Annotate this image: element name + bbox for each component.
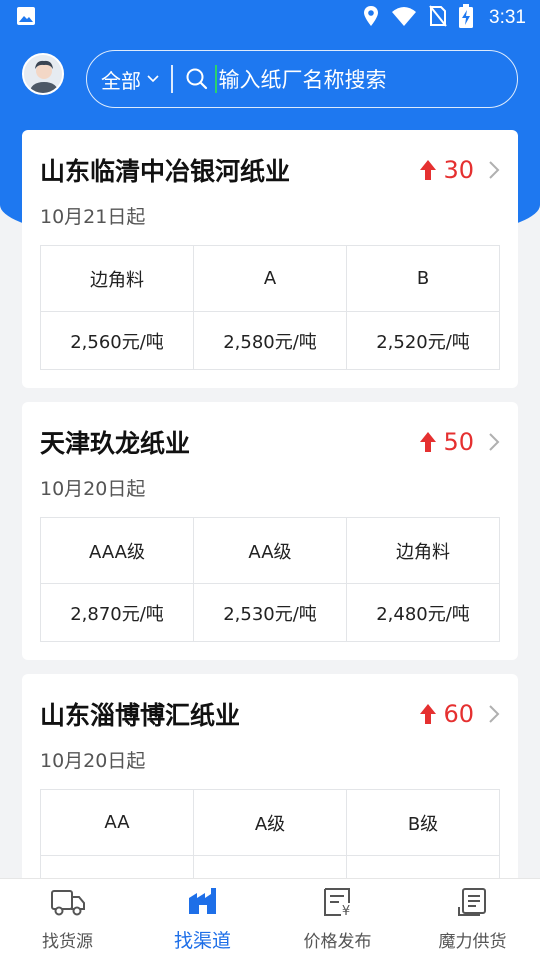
price-cell: 2,560元/吨 [40, 311, 194, 370]
grade-cell: B级 [346, 789, 500, 856]
price-change: 60 [419, 700, 474, 728]
search-divider [171, 65, 173, 93]
list-doc-icon [456, 887, 490, 921]
mill-name: 天津玖龙纸业 [40, 429, 191, 458]
search-input[interactable]: 输入纸厂名称搜索 [219, 64, 387, 94]
top-bar: 全部 输入纸厂名称搜索 [0, 50, 540, 108]
scope-dropdown[interactable]: 全部 [87, 65, 171, 94]
search-bar[interactable]: 全部 输入纸厂名称搜索 [86, 50, 518, 108]
effective-date: 10月20日起 [40, 478, 146, 500]
tab-label: 价格发布 [303, 932, 372, 952]
image-notification-icon [16, 6, 36, 30]
tab-price-publish[interactable]: ¥ 价格发布 [270, 879, 405, 960]
chevron-right-icon[interactable] [488, 432, 500, 452]
grade-cell: A [193, 245, 347, 312]
price-change: 50 [419, 428, 474, 456]
price-table: AA A级 B级 [40, 789, 500, 878]
price-change-value: 30 [443, 156, 474, 184]
battery-charging-icon [459, 4, 474, 32]
mill-list: 山东临清中冶银河纸业 30 10月21日起 边角料 A B 2,560元/吨 2… [22, 130, 518, 878]
no-sim-icon [429, 5, 447, 31]
price-cell [346, 855, 500, 878]
grade-cell: AA [40, 789, 194, 856]
truck-icon [50, 887, 86, 921]
price-table: AAA级 AA级 边角料 2,870元/吨 2,530元/吨 2,480元/吨 [40, 517, 500, 642]
clock-time: 3:31 [489, 7, 526, 28]
grade-cell: A级 [193, 789, 347, 856]
grade-cell: B [346, 245, 500, 312]
price-change-value: 60 [443, 700, 474, 728]
price-cell [193, 855, 347, 878]
price-cell: 2,530元/吨 [193, 583, 347, 642]
tab-find-goods[interactable]: 找货源 [0, 879, 135, 960]
mill-name: 山东临清中冶银河纸业 [40, 157, 291, 186]
arrow-up-icon [420, 704, 437, 724]
mill-card[interactable]: 山东淄博博汇纸业 60 10月20日起 AA A级 B级 [22, 674, 518, 878]
status-bar: 3:31 [0, 0, 540, 36]
tab-label: 魔力供货 [438, 932, 507, 952]
scope-label: 全部 [101, 68, 141, 93]
tab-label: 找渠道 [173, 930, 231, 952]
arrow-up-icon [420, 160, 437, 180]
price-doc-icon: ¥ [321, 887, 355, 921]
bottom-tab-bar: 找货源 找渠道 ¥ 价格发布 魔力供货 [0, 878, 540, 960]
grade-cell: 边角料 [40, 245, 194, 312]
price-change: 30 [419, 156, 474, 184]
price-cell: 2,480元/吨 [346, 583, 500, 642]
svg-text:¥: ¥ [341, 904, 349, 917]
mill-card[interactable]: 天津玖龙纸业 50 10月20日起 AAA级 AA级 边角料 2,870元/吨 … [22, 402, 518, 660]
wifi-icon [391, 6, 417, 30]
mill-name: 山东淄博博汇纸业 [40, 701, 241, 730]
avatar[interactable] [22, 53, 64, 95]
factory-icon [186, 886, 220, 920]
price-table: 边角料 A B 2,560元/吨 2,580元/吨 2,520元/吨 [40, 245, 500, 370]
chevron-right-icon[interactable] [488, 704, 500, 724]
effective-date: 10月21日起 [40, 206, 146, 228]
arrow-up-icon [420, 432, 437, 452]
search-icon [185, 67, 209, 91]
grade-cell: 边角料 [346, 517, 500, 584]
price-cell: 2,870元/吨 [40, 583, 194, 642]
chevron-right-icon[interactable] [488, 160, 500, 180]
grade-cell: AAA级 [40, 517, 194, 584]
mill-card[interactable]: 山东临清中冶银河纸业 30 10月21日起 边角料 A B 2,560元/吨 2… [22, 130, 518, 388]
location-icon [363, 5, 379, 31]
price-change-value: 50 [443, 428, 474, 456]
tab-find-channel[interactable]: 找渠道 [135, 879, 270, 960]
text-caret [214, 65, 217, 93]
tab-label: 找货源 [42, 932, 93, 952]
chevron-down-icon [147, 75, 159, 83]
tab-magic-supply[interactable]: 魔力供货 [405, 879, 540, 960]
price-cell [40, 855, 194, 878]
price-cell: 2,580元/吨 [193, 311, 347, 370]
effective-date: 10月20日起 [40, 750, 146, 772]
grade-cell: AA级 [193, 517, 347, 584]
price-cell: 2,520元/吨 [346, 311, 500, 370]
